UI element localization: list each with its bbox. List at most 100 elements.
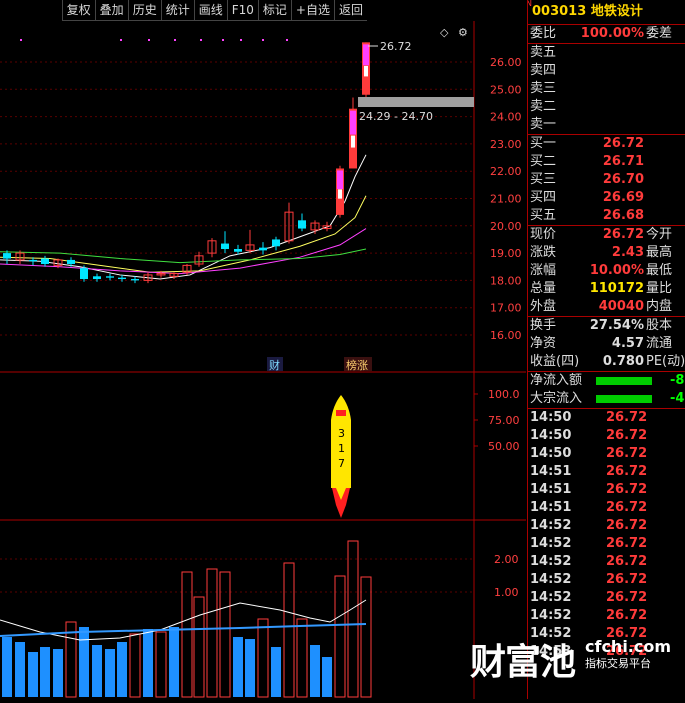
top-marker-dots: [20, 39, 288, 41]
candle-body: [29, 259, 37, 262]
candle-body: [298, 220, 306, 229]
candle-body: [80, 268, 88, 280]
kline-chart[interactable]: 26.00 25.00 24.00 23.00 22.00 21.00 20.00 19.00…: [0, 0, 526, 699]
stat-row: 总量 110172 量比: [528, 280, 685, 298]
stock-name: 地铁设计: [590, 4, 643, 19]
tick-price: 26.72: [606, 446, 648, 461]
buy-level-price: 26.68: [602, 208, 644, 223]
volume-bar: [2, 637, 12, 697]
watermark-logo: 财富池 cfchi.com 指标交易平台: [470, 633, 685, 693]
price-tick-label: 26.00: [490, 56, 522, 69]
volume-bar: [129, 633, 141, 698]
indicator-axis-labels: 100.0 75.00 50.00: [474, 388, 520, 453]
tick-row: 14:51 26.72: [528, 499, 685, 517]
tick-row: 14:50 26.72: [528, 409, 685, 427]
stat-label: 涨跌: [530, 245, 557, 260]
candle-body: [67, 259, 75, 265]
draw-line-button[interactable]: 画线: [193, 0, 227, 21]
list-tag[interactable]: 榜涨: [346, 358, 368, 372]
candle-body: [41, 258, 49, 265]
add-watchlist-button[interactable]: +自选: [290, 0, 334, 21]
marker-dot: [222, 39, 224, 41]
history-button[interactable]: 历史: [127, 0, 161, 21]
volume-bar: [28, 652, 38, 697]
finance-tag[interactable]: 财: [269, 358, 280, 372]
candle-body: [131, 279, 139, 281]
tick-time: 14:51: [530, 500, 572, 515]
volume-bar: [117, 642, 127, 697]
sell-level-label: 卖五: [530, 45, 557, 60]
candles: [3, 42, 370, 284]
tick-row: 14:52 26.72: [528, 517, 685, 535]
marker-dot: [262, 39, 264, 41]
indicator-tick-label: 75.00: [488, 414, 520, 427]
stock-code: 003013: [532, 4, 587, 19]
back-button[interactable]: 返回: [333, 0, 367, 21]
chart-area[interactable]: 26.00 25.00 24.00 23.00 22.00 21.00 20.00 19.00…: [0, 0, 526, 699]
stock-header[interactable]: N 003013 地铁设计: [528, 0, 685, 25]
volume-bar: [283, 562, 295, 698]
stat-value: 2.43: [611, 245, 644, 260]
tick-row: 14:50 26.72: [528, 427, 685, 445]
sell-level-label: 卖三: [530, 81, 557, 96]
marker-dot: [174, 39, 176, 41]
tick-price: 26.72: [606, 572, 648, 587]
buy-level-label: 买三: [530, 172, 557, 187]
stat-row: 外盘 40040 内盘: [528, 298, 685, 317]
restore-rights-button[interactable]: 复权: [61, 0, 95, 21]
candle-body: [259, 247, 267, 251]
price-tick-label: 18.00: [490, 274, 522, 287]
weibi-row: 委比 100.00% 委差: [528, 25, 685, 44]
buy-level-label: 买一: [530, 136, 557, 151]
volume-tick-label: 1.00: [494, 586, 519, 599]
stat-label: 涨幅: [530, 263, 557, 278]
tick-row: 14:52 26.72: [528, 607, 685, 625]
mark-button[interactable]: 标记: [257, 0, 291, 21]
overlay-button[interactable]: 叠加: [94, 0, 128, 21]
tick-time: 14:52: [530, 554, 572, 569]
tick-time: 14:52: [530, 518, 572, 533]
price-axis-labels: 26.00 25.00 24.00 23.00 22.00 21.00 20.00 19.00…: [490, 56, 522, 342]
candle-highlight: [338, 189, 342, 199]
volume-axis-labels: 2.00 1.00: [0, 553, 519, 599]
candle-body: [106, 276, 114, 278]
candle-body: [93, 276, 101, 280]
toolbar: 复权 叠加 历史 统计 画线 F10 标记 +自选 返回: [61, 0, 367, 21]
price-tick-label: 19.00: [490, 247, 522, 260]
statistics-button[interactable]: 统计: [160, 0, 194, 21]
f10-button[interactable]: F10: [226, 0, 258, 21]
flow-value: -44: [670, 391, 685, 406]
high-label: 26.72: [380, 40, 412, 53]
buy-level-row: 买一 26.72: [528, 135, 685, 153]
candle-body: [234, 249, 242, 252]
rocket-indicator: 3 1 7: [331, 395, 351, 518]
stat2-value: 0.780: [602, 354, 644, 369]
volume-bar: [143, 629, 153, 697]
stat2-label2: 流通: [646, 336, 673, 351]
stat2-label: 换手: [530, 318, 557, 333]
tick-price: 26.72: [606, 554, 648, 569]
marker-dot: [148, 39, 150, 41]
watermark-big-text: 财富池: [470, 642, 576, 683]
candle-body: [3, 253, 11, 259]
settings-gear-icon[interactable]: ⚙: [458, 26, 468, 39]
tick-row: 14:51 26.72: [528, 463, 685, 481]
sell-level-row: 卖二: [528, 98, 685, 116]
tick-price: 26.72: [606, 500, 648, 515]
candle-body: [221, 243, 229, 250]
candle-highlight: [364, 65, 368, 77]
flow-row: 大宗流入 -44: [528, 390, 685, 409]
stat-label: 现价: [530, 227, 557, 242]
price-tick-label: 22.00: [490, 165, 522, 178]
candle-body: [118, 277, 126, 280]
volume-bar: [233, 637, 243, 697]
tick-price: 26.72: [606, 590, 648, 605]
diamond-icon[interactable]: ◇: [440, 26, 449, 39]
volume-bar: [105, 649, 115, 697]
stat-value: 26.72: [602, 227, 644, 242]
volume-bar: [40, 647, 50, 697]
tick-row: 14:52 26.72: [528, 589, 685, 607]
tick-price: 26.72: [606, 428, 648, 443]
tick-row: 14:52 26.72: [528, 553, 685, 571]
volume-bar: [155, 631, 167, 698]
